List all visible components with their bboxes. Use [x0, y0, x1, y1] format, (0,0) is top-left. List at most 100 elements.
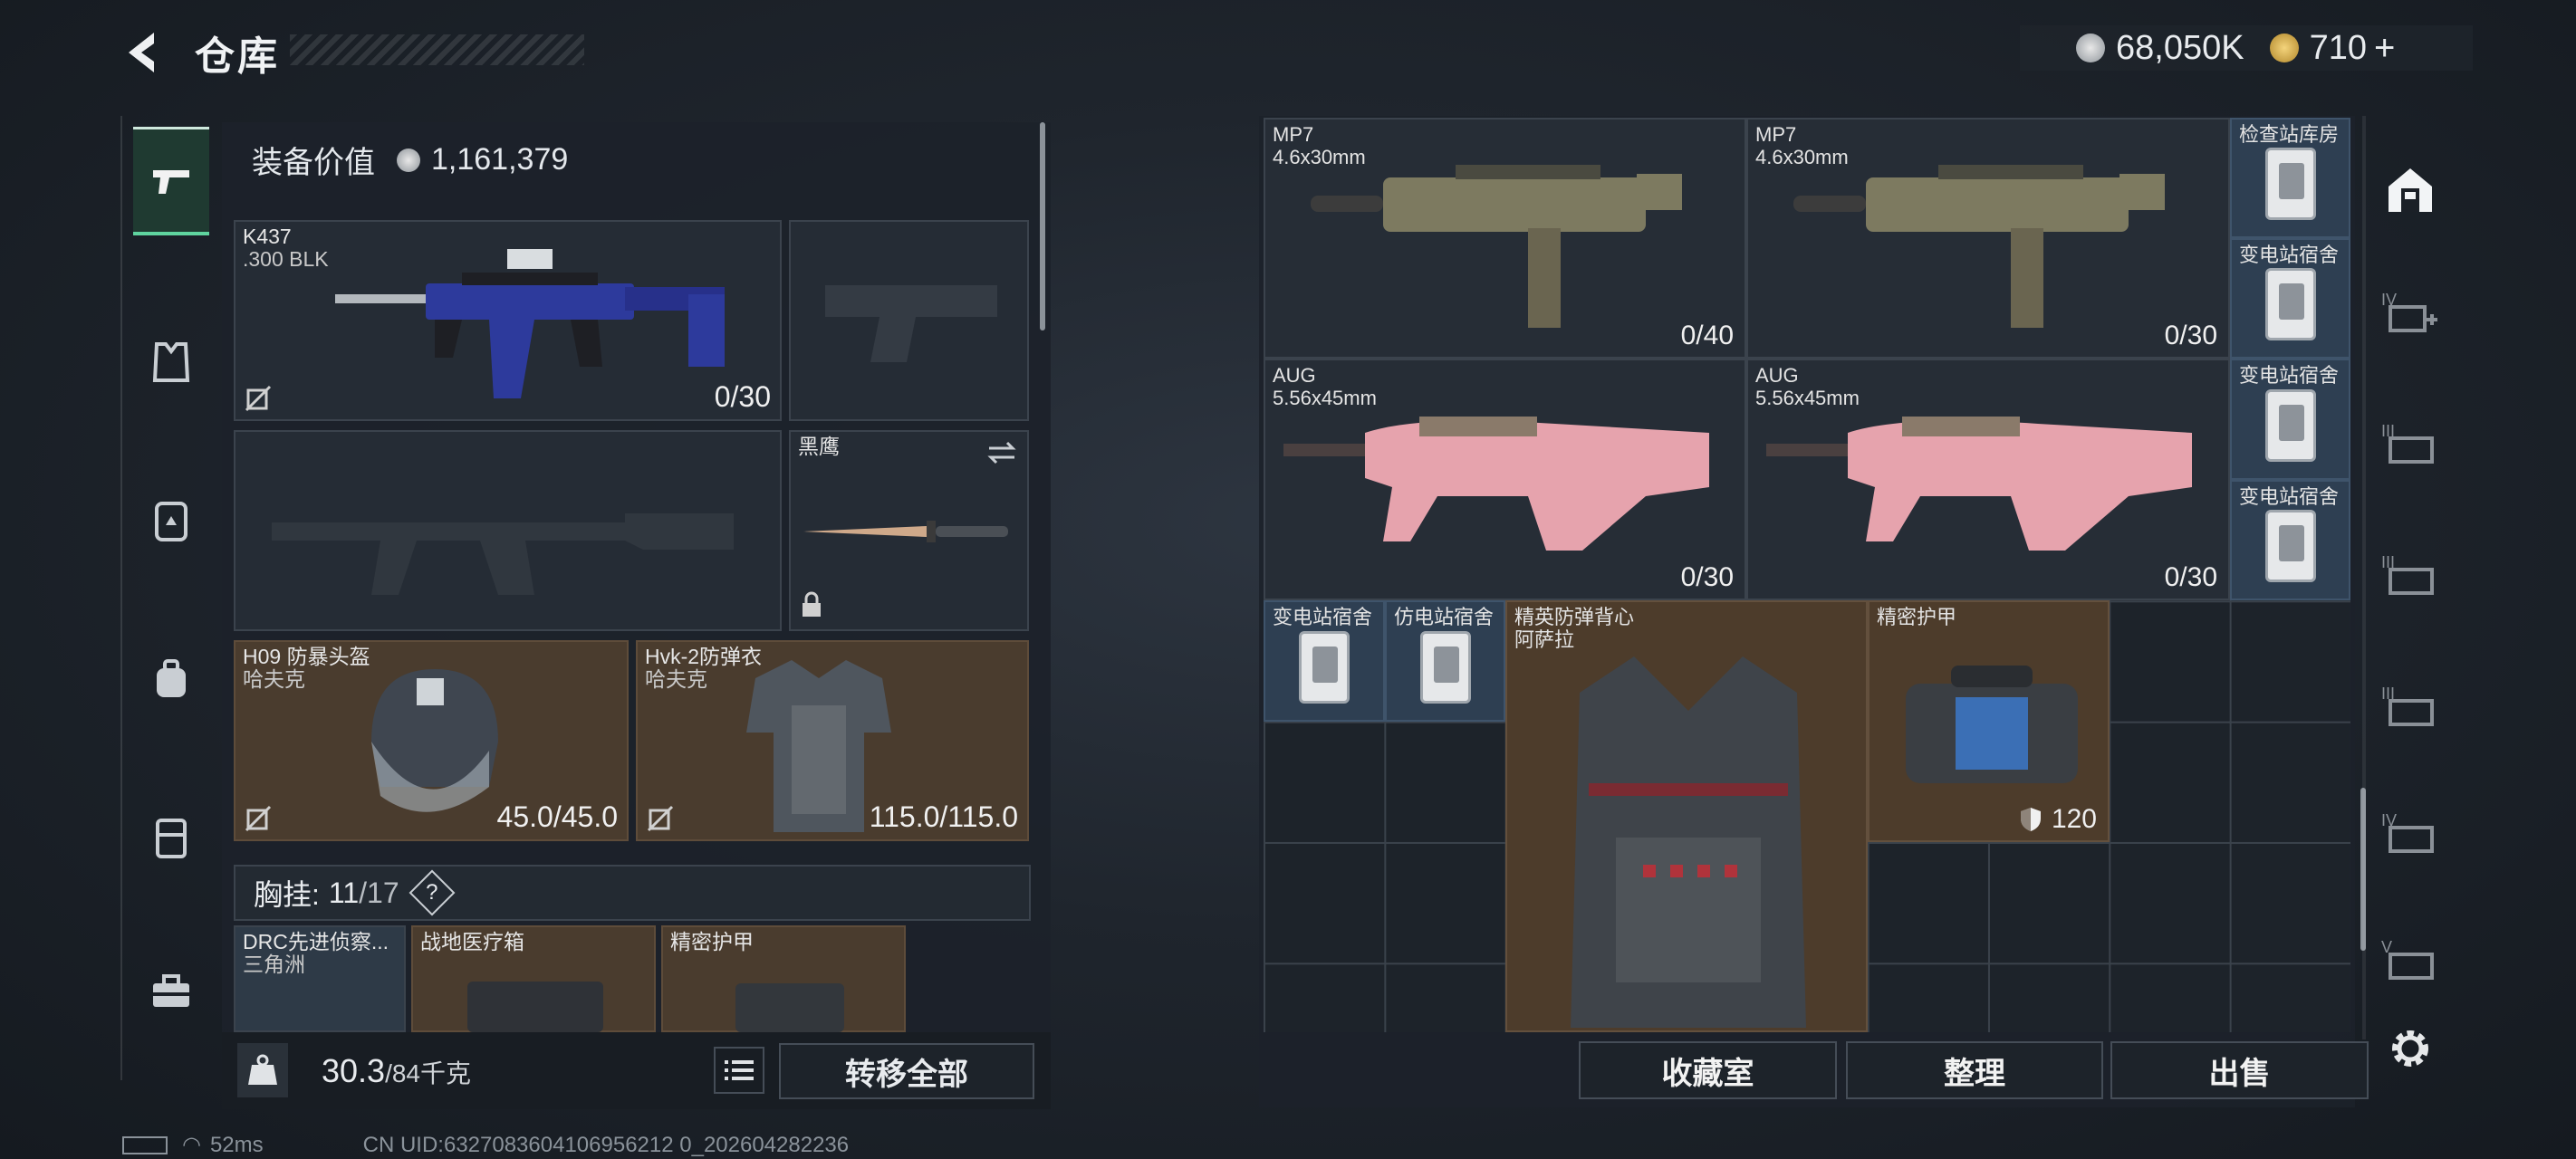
primary-weapon-ammo: .300 BLK [243, 247, 329, 271]
gold-amount: 710 [2309, 28, 2367, 67]
nav-backpack[interactable] [133, 625, 209, 733]
transfer-all-button[interactable]: 转移全部 [779, 1043, 1034, 1099]
stash-tab-icon: III [2381, 685, 2434, 726]
keycard-image [2264, 147, 2316, 220]
sort-button[interactable]: 整理 [1846, 1041, 2103, 1099]
k437-rifle-image [335, 249, 725, 398]
stash-weapon-2[interactable]: AUG 5.56x45mm 0/30 [1264, 359, 1746, 600]
stash-tab-iv[interactable]: IV [2379, 801, 2442, 865]
swap-arrows-icon[interactable] [985, 439, 1018, 466]
stash-card-3[interactable]: 变电站宿舍 [2230, 480, 2350, 600]
precision-armor-image [735, 983, 844, 1032]
not-insured-icon [245, 385, 272, 412]
rig-item-0-maker: 三角洲 [243, 953, 305, 976]
stash-weapon-0[interactable]: MP7 4.6x30mm 0/40 [1264, 118, 1746, 359]
stash-card-5-name: 仿电站宿舍 [1394, 606, 1495, 628]
melee-slot[interactable]: 黑鹰 [789, 430, 1029, 631]
shield-icon [2020, 808, 2041, 831]
sell-button[interactable]: 出售 [2110, 1041, 2369, 1099]
nav-vest[interactable] [133, 308, 209, 417]
not-insured-icon [647, 805, 674, 832]
rig-item-1[interactable]: 战地医疗箱 [411, 925, 656, 1032]
stash-weapon-2-name: AUG [1273, 364, 1316, 387]
carry-weight-max: /84千克 [385, 1059, 472, 1087]
stash-tab-iii-3[interactable]: III [2379, 675, 2442, 738]
gold-coin-icon [2269, 34, 2299, 62]
aug-image [1283, 417, 1709, 551]
nav-container[interactable] [133, 783, 209, 892]
stash-weapon-1-count: 0/30 [2164, 321, 2217, 350]
helmet-slot[interactable]: H09 防暴头盔 哈夫克 45.0/45.0 [234, 640, 629, 841]
nav-toolbox[interactable] [133, 937, 209, 1046]
aug-image [1766, 417, 2192, 551]
settings-button[interactable] [2379, 1017, 2442, 1080]
help-icon[interactable]: ? [409, 869, 456, 916]
toolbox-icon [153, 974, 189, 1007]
body-armor-slot[interactable]: Hvk-2防弹衣 哈夫克 115.0/115.0 [636, 640, 1029, 841]
stash-card-2[interactable]: 变电站宿舍 [2230, 359, 2350, 480]
rig-item-2-name: 精密护甲 [670, 930, 754, 953]
stash-elite-vest[interactable]: 精英防弹背心 阿萨拉 [1505, 600, 1868, 1032]
helmet-durability: 45.0/45.0 [496, 800, 618, 833]
secondary-weapon-slot[interactable] [234, 430, 782, 631]
stash-weapon-1[interactable]: MP7 4.6x30mm 0/30 [1746, 118, 2230, 359]
stash-card-4[interactable]: 变电站宿舍 [1264, 600, 1385, 722]
left-category-rail [120, 116, 211, 1080]
stash-tab-add-icon: IV [2381, 291, 2437, 332]
stash-card-1[interactable]: 变电站宿舍 [2230, 238, 2350, 359]
stash-tab-iv-add[interactable]: IV [2379, 281, 2442, 344]
stash-tab-iii-1[interactable]: III [2379, 412, 2442, 475]
h09-riot-helmet-image [371, 669, 498, 812]
stash-tab-v[interactable]: V [2379, 928, 2442, 991]
weight-icon [237, 1043, 288, 1097]
pistol-slot[interactable] [789, 220, 1029, 421]
backpack-icon [157, 659, 186, 697]
pistol-placeholder-icon [825, 285, 997, 362]
nav-armor[interactable] [133, 466, 209, 575]
rig-item-2[interactable]: 精密护甲 [661, 925, 906, 1032]
vest-icon [152, 342, 190, 382]
stash-card-3-name: 变电站宿舍 [2239, 485, 2340, 508]
primary-weapon-name: K437 [243, 225, 292, 248]
primary-weapon-ammo-count: 0/30 [714, 380, 771, 413]
medkit-image [467, 982, 603, 1032]
status-bar: ◠ 52ms CN UID:6327083604106956212 0_2026… [122, 1132, 849, 1158]
collection-room-button[interactable]: 收藏室 [1579, 1041, 1837, 1099]
chest-rig-used: 11 [328, 876, 360, 909]
helmet-name: H09 防暴头盔 [243, 645, 370, 668]
silver-coin-icon [397, 148, 420, 172]
keycard-image [1419, 630, 1471, 704]
rig-item-0[interactable]: DRC先进侦察... 三角洲 [234, 925, 406, 1032]
list-view-button[interactable] [714, 1047, 764, 1094]
rig-item-1-name: 战地医疗箱 [420, 930, 524, 953]
stash-weapon-2-count: 0/30 [1680, 562, 1734, 592]
silver-amount: 68,050K [2116, 28, 2244, 67]
elite-vest-image [1571, 656, 1806, 1028]
stash-card-0[interactable]: 检查站库房 [2230, 118, 2350, 238]
silver-coin-icon [2076, 34, 2105, 62]
primary-weapon-slot[interactable]: K437.300 BLK 0/30 [234, 220, 782, 421]
keycard-image [1299, 630, 1350, 704]
pistol-icon [153, 169, 189, 194]
rifle-placeholder-icon [272, 513, 734, 595]
title-stripe [290, 34, 584, 65]
body-armor-durability: 115.0/115.0 [869, 800, 1018, 833]
add-currency-plus-icon[interactable]: + [2374, 28, 2395, 69]
chest-rig-header[interactable]: 胸挂: 11 /17 ? [234, 865, 1031, 921]
stash-weapon-3[interactable]: AUG 5.56x45mm 0/30 [1746, 359, 2230, 600]
carry-weight: 30.3/84千克 [322, 1052, 471, 1090]
nav-weapons[interactable] [133, 127, 209, 235]
stash-tab-icon: III [2381, 422, 2434, 464]
loadout-scrollbar[interactable] [1040, 122, 1045, 330]
back-arrow-icon[interactable] [118, 27, 168, 78]
gear-icon [2392, 1030, 2428, 1067]
stash-tab-iii-2[interactable]: III [2379, 543, 2442, 607]
list-icon [725, 1060, 754, 1080]
lock-icon [803, 591, 821, 617]
stash-precision-armor[interactable]: 精密护甲 120 [1868, 600, 2110, 842]
precision-armor-value: 120 [2019, 804, 2097, 835]
home-base-icon [2389, 168, 2432, 212]
stash-card-1-name: 变电站宿舍 [2239, 244, 2340, 266]
stash-card-5[interactable]: 仿电站宿舍 [1385, 600, 1505, 722]
stash-home-tab[interactable] [2379, 158, 2442, 222]
